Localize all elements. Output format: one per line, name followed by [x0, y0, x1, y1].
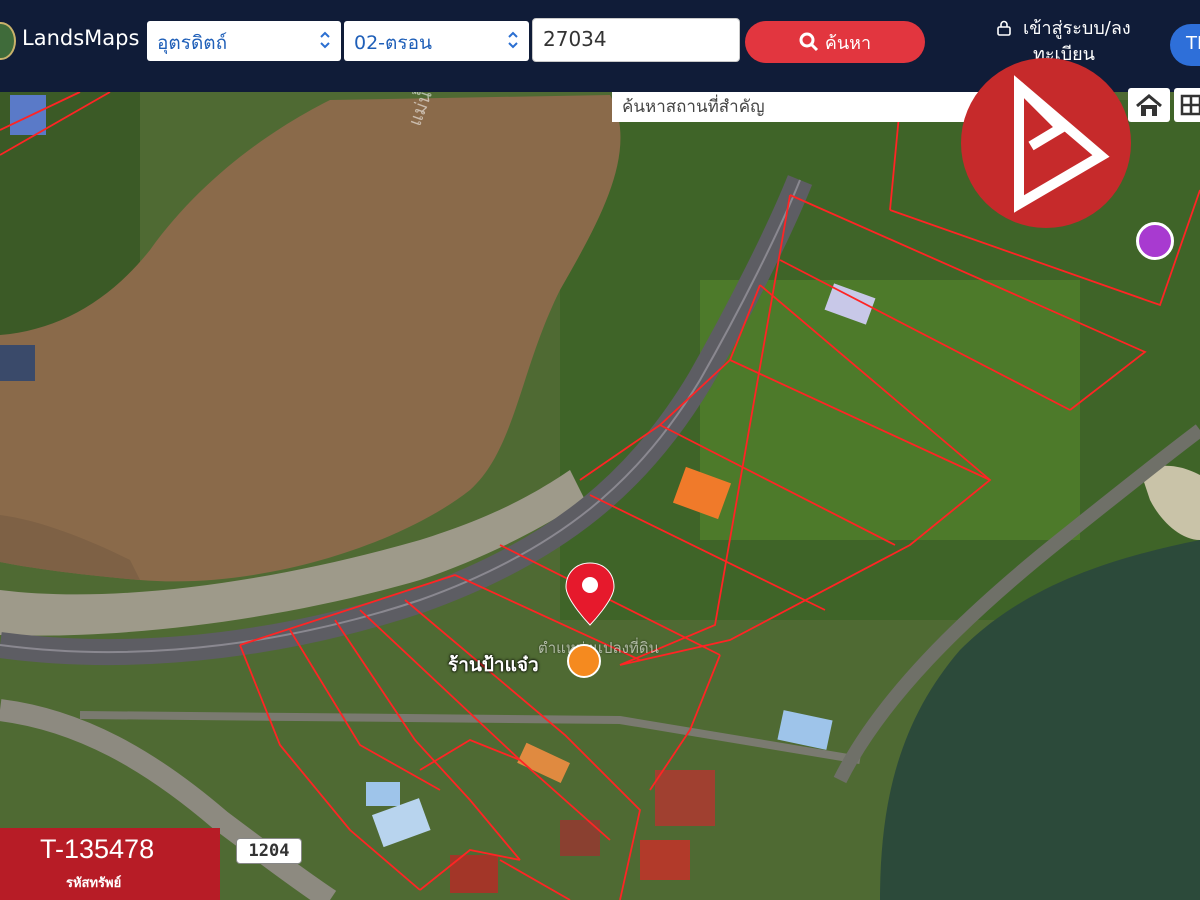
- search-button-label: ค้นหา: [824, 32, 872, 54]
- parcel-number-input[interactable]: 27034: [532, 18, 740, 62]
- province-select-value: อุตรดิตถ์: [157, 32, 228, 54]
- select-chevron-icon: [508, 31, 518, 49]
- grid-icon: [1180, 94, 1200, 116]
- district-select-value: 02-ตรอน: [354, 32, 432, 54]
- poi-search-input[interactable]: ค้นหาสถานที่สำคัญ: [612, 92, 980, 122]
- search-button[interactable]: ค้นหา: [745, 21, 925, 63]
- home-button[interactable]: [1128, 88, 1170, 122]
- department-logo-icon: [0, 22, 16, 60]
- layers-button[interactable]: [1174, 88, 1200, 122]
- province-select[interactable]: อุตรดิตถ์: [147, 21, 341, 61]
- select-chevron-icon: [320, 31, 330, 49]
- brand-logo-icon: [1014, 75, 1110, 213]
- listing-code: T-135478: [40, 834, 155, 864]
- listing-code-caption: รหัสทรัพย์: [66, 876, 122, 891]
- home-icon: [1136, 94, 1162, 116]
- place-icon[interactable]: [1136, 222, 1174, 260]
- listing-code-tag: T-135478 รหัสทรัพย์: [0, 828, 220, 900]
- shop-label[interactable]: ร้านป้าแจ๋ว: [448, 650, 539, 680]
- district-select[interactable]: 02-ตรอน: [344, 21, 529, 61]
- road-number-label: 1204: [236, 838, 302, 864]
- lock-icon: [997, 20, 1012, 36]
- language-button[interactable]: TH: [1170, 24, 1200, 66]
- restaurant-icon[interactable]: [567, 644, 601, 678]
- app-brand[interactable]: LandsMaps: [22, 26, 139, 50]
- brand-watermark: [961, 58, 1131, 228]
- search-icon: [799, 32, 818, 52]
- map-page: แม่น้ำน่าน LandsMaps อุตรดิตถ์ 02-ตรอน 2…: [0, 0, 1200, 900]
